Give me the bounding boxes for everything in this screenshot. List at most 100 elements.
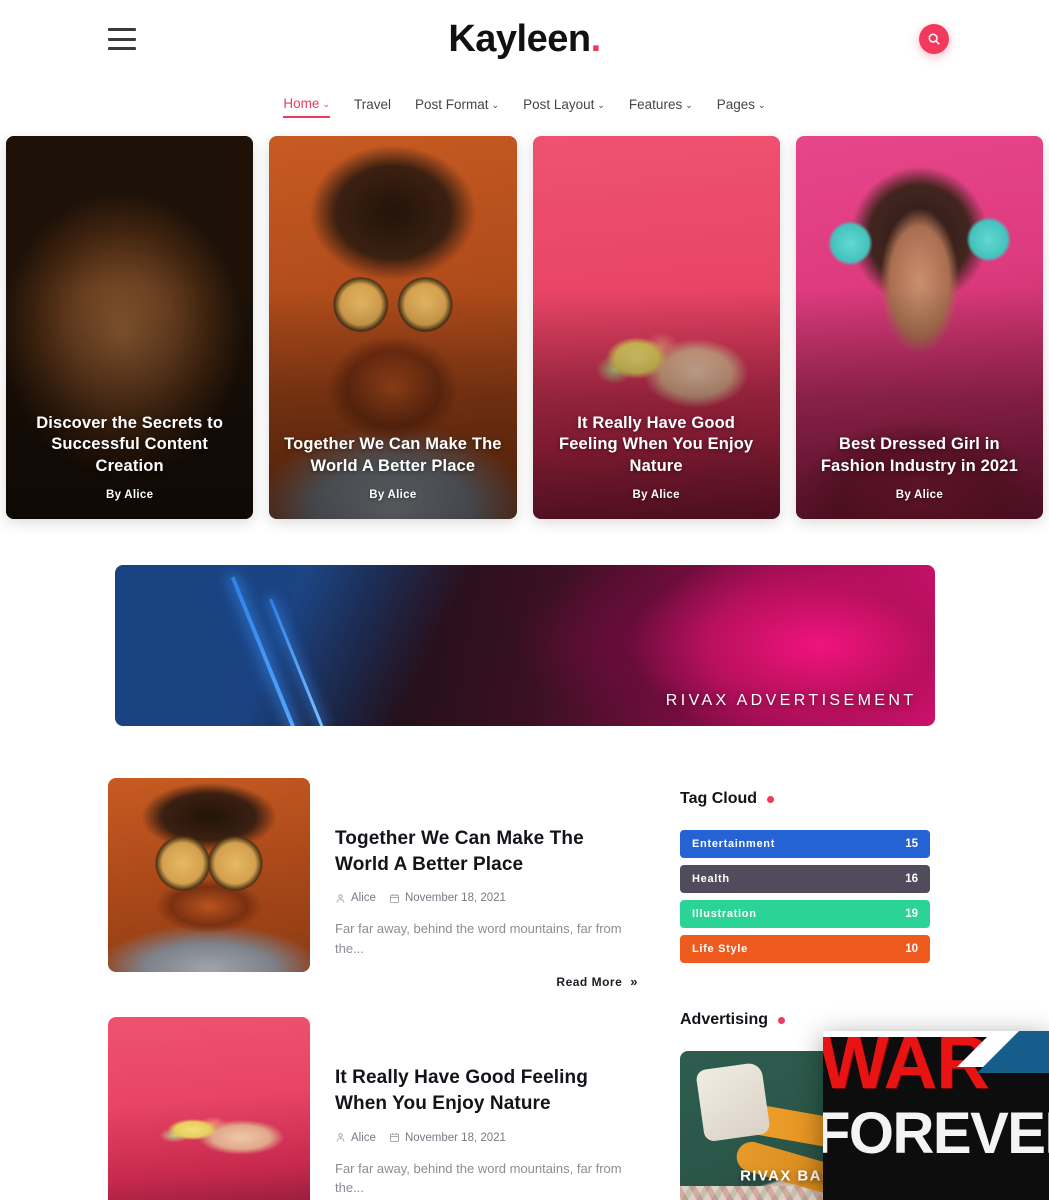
popup-advertisement[interactable]: WAR FOREVER	[823, 1031, 1049, 1200]
featured-card-author: By Alice	[810, 489, 1029, 501]
author-name: Alice	[387, 489, 417, 501]
tag-label: Life Style	[692, 943, 748, 955]
post-author-name: Alice	[351, 892, 376, 905]
tag-count: 16	[905, 873, 918, 885]
calendar-icon	[389, 1133, 399, 1143]
tag-count: 19	[905, 908, 918, 920]
brand-name: Kayleen	[448, 17, 591, 60]
advertising-title: Advertising	[680, 1011, 769, 1028]
nav-label: Features	[628, 97, 683, 112]
featured-card[interactable]: Discover the Secrets to Successful Conte…	[6, 136, 254, 519]
post-list: Together We Can Make The World A Better …	[108, 778, 638, 1200]
search-icon	[928, 33, 940, 45]
post-author-name: Alice	[351, 1131, 376, 1144]
nav-label: Post Format	[415, 97, 489, 112]
post-meta: Alice November 18, 2021	[335, 1132, 638, 1144]
dot-icon	[767, 795, 775, 803]
popup-corner-blue	[977, 1031, 1049, 1073]
featured-card[interactable]: Together We Can Make The World A Better …	[269, 136, 517, 519]
nav-item-pages[interactable]: Pages ⌄	[717, 97, 766, 117]
featured-card-text: Discover the Secrets to Successful Conte…	[20, 413, 239, 501]
advertisement-banner-label: RIVAX ADVERTISEMENT	[665, 692, 917, 709]
tag-cloud-title: Tag Cloud	[680, 790, 758, 807]
nav-item-post-layout[interactable]: Post Layout ⌄	[523, 97, 605, 117]
tag-life-style[interactable]: Life Style 10	[680, 935, 930, 963]
nav-label: Travel	[353, 97, 391, 112]
tag-label: Health	[692, 873, 730, 885]
post-thumbnail[interactable]	[108, 778, 310, 972]
post-excerpt: Far far away, behind the word mountains,…	[335, 1160, 622, 1196]
site-logo[interactable]: Kayleen.	[0, 18, 1049, 61]
featured-card-title[interactable]: Together We Can Make The World A Better …	[283, 434, 502, 478]
hamburger-bar	[108, 47, 136, 50]
read-more-button[interactable]: Read More »	[335, 974, 638, 989]
chevron-down-icon: ⌄	[597, 100, 605, 110]
chevron-down-icon: ⌄	[491, 100, 500, 110]
site-header: Kayleen.	[0, 0, 1049, 78]
nav-label: Pages	[716, 97, 756, 112]
featured-card[interactable]: It Really Have Good Feeling When You Enj…	[532, 136, 780, 519]
nav-item-travel[interactable]: Travel	[354, 97, 391, 117]
hamburger-bar	[108, 37, 136, 41]
calendar-icon	[389, 893, 399, 903]
nav-label: Post Layout	[523, 97, 595, 112]
advertisement-banner-section: RIVAX ADVERTISEMENT	[0, 519, 1049, 726]
post-author: Alice	[335, 1132, 376, 1144]
hamburger-icon[interactable]	[108, 28, 136, 50]
tag-cloud-heading: Tag Cloud	[680, 790, 930, 808]
tag-illustration[interactable]: Illustration 19	[680, 900, 930, 928]
by-label: By	[369, 489, 385, 501]
brand-dot: .	[590, 17, 602, 60]
shoe-shape	[695, 1061, 771, 1143]
post-date-text: November 18, 2021	[404, 892, 506, 905]
nav-item-post-format[interactable]: Post Format ⌄	[415, 97, 499, 117]
by-label: By	[632, 489, 648, 501]
featured-card[interactable]: Best Dressed Girl in Fashion Industry in…	[795, 136, 1043, 519]
nav-label: Home	[283, 96, 320, 111]
post-thumbnail[interactable]	[108, 1017, 310, 1200]
post-item: Together We Can Make The World A Better …	[108, 778, 638, 989]
featured-card-author: By Alice	[20, 489, 239, 501]
featured-card-title[interactable]: Discover the Secrets to Successful Conte…	[20, 413, 239, 478]
tag-entertainment[interactable]: Entertainment 15	[680, 830, 930, 858]
main-navigation: Home ⌄ Travel Post Format ⌄ Post Layout …	[0, 78, 1049, 132]
post-excerpt: Far far away, behind the word mountains,…	[335, 921, 622, 956]
post-body: Together We Can Make The World A Better …	[335, 778, 638, 989]
post-meta: Alice November 18, 2021	[335, 892, 638, 904]
featured-card-title[interactable]: Best Dressed Girl in Fashion Industry in…	[810, 434, 1029, 478]
author-name: Alice	[914, 489, 944, 501]
featured-card-text: Together We Can Make The World A Better …	[283, 434, 502, 501]
tag-label: Illustration	[692, 908, 757, 920]
chevron-down-icon: ⌄	[685, 100, 693, 110]
featured-card-text: Best Dressed Girl in Fashion Industry in…	[810, 434, 1029, 501]
tag-health[interactable]: Health 16	[680, 865, 930, 893]
user-icon	[336, 1133, 345, 1142]
post-title[interactable]: It Really Have Good Feeling When You Enj…	[335, 1065, 638, 1116]
tag-count: 10	[905, 943, 918, 955]
featured-card-text: It Really Have Good Feeling When You Enj…	[547, 413, 766, 501]
nav-item-home[interactable]: Home ⌄	[283, 96, 330, 118]
post-date: November 18, 2021	[389, 1132, 506, 1144]
tag-count: 15	[905, 838, 918, 850]
search-button[interactable]	[919, 24, 949, 54]
chevron-down-icon: ⌄	[322, 99, 330, 109]
advertisement-banner[interactable]: RIVAX ADVERTISEMENT	[114, 565, 935, 726]
featured-card-title[interactable]: It Really Have Good Feeling When You Enj…	[547, 413, 766, 478]
by-label: By	[895, 489, 912, 501]
post-date-text: November 18, 2021	[404, 1131, 506, 1144]
chevron-right-icon: »	[630, 974, 638, 990]
post-item: It Really Have Good Feeling When You Enj…	[108, 1017, 638, 1200]
chevron-down-icon: ⌄	[758, 100, 766, 110]
read-more-label: Read More	[556, 975, 623, 990]
hamburger-bar	[108, 28, 136, 31]
popup-headline-secondary: FOREVER	[823, 1101, 1049, 1166]
author-name: Alice	[124, 489, 154, 501]
advertising-heading: Advertising	[680, 1011, 930, 1029]
featured-card-author: By Alice	[547, 489, 766, 501]
nav-item-features[interactable]: Features ⌄	[629, 97, 693, 117]
post-title[interactable]: Together We Can Make The World A Better …	[335, 826, 638, 877]
dot-icon	[778, 1016, 786, 1024]
author-name: Alice	[650, 489, 680, 501]
post-author: Alice	[335, 892, 376, 904]
by-label: By	[105, 489, 122, 501]
